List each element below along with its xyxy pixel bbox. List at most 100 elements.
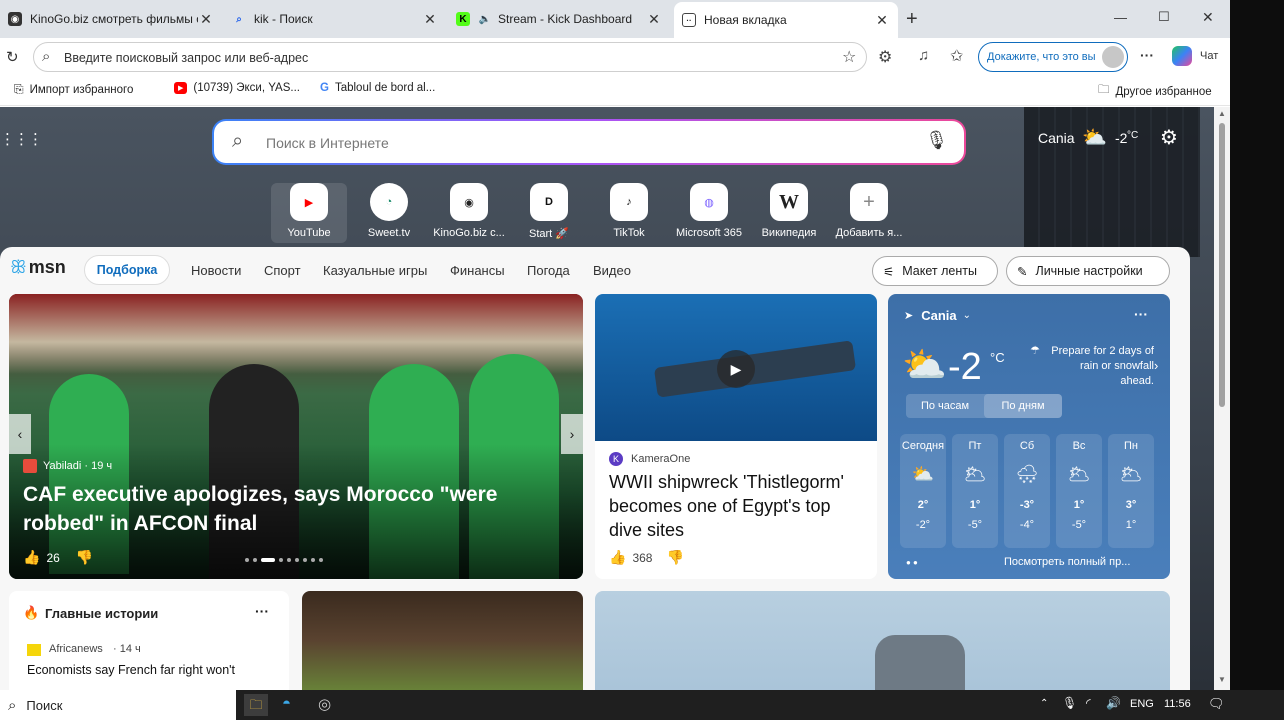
nav-tab-weather[interactable]: Погода	[527, 263, 570, 278]
file-explorer-icon[interactable]: 🗀	[244, 694, 268, 716]
carousel-prev-button[interactable]: ‹	[9, 414, 31, 454]
carousel-next-button[interactable]: ›	[561, 414, 583, 454]
tab-new-tab[interactable]: ·· Новая вкладка ✕	[674, 2, 898, 38]
url-box[interactable]: ⌕ Введите поисковый запрос или веб-адрес…	[33, 42, 867, 72]
header-location[interactable]: Cania	[1038, 130, 1075, 146]
feed-layout-button[interactable]: ⚟ Макет ленты	[872, 256, 998, 286]
tab-hourly[interactable]: По часам	[906, 394, 984, 418]
chevron-up-icon[interactable]: ⌃	[1040, 698, 1048, 709]
taskbar-search[interactable]: ⌕ Поиск	[0, 690, 236, 720]
speaker-icon[interactable]: 🔈	[478, 12, 492, 26]
play-button[interactable]: ▶	[717, 350, 755, 388]
other-favorites[interactable]: 🗀 Другое избранное	[1098, 82, 1212, 101]
maximize-button[interactable]: ☐	[1158, 9, 1170, 25]
apps-grid-icon[interactable]: ⋮⋮⋮	[0, 132, 43, 155]
weather-day[interactable]: Пн 🌥 3° 1°	[1108, 434, 1154, 548]
minimize-button[interactable]: —	[1114, 10, 1127, 25]
tab-kick-dashboard[interactable]: K 🔈 Stream - Kick Dashboard ✕	[448, 4, 670, 34]
bookmark-youtube[interactable]: ▶ (10739) Экси, YAS...	[174, 82, 300, 94]
hero-card[interactable]: ‹ › Yabiladi · 19 ч CAF executive apolog…	[9, 294, 583, 579]
profile-button[interactable]: Докажите, что это вы	[978, 42, 1128, 72]
extensions-icon[interactable]: ⚙	[878, 47, 892, 67]
cloudy-icon: 🌥	[963, 464, 987, 484]
weather-location[interactable]: ➤ Cania ⌄	[904, 308, 971, 323]
nav-tab-news[interactable]: Новости	[191, 263, 241, 278]
story-image-aircraft[interactable]	[595, 591, 1170, 690]
web-search-box[interactable]: ⌕ Поиск в Интернете 🎙	[212, 119, 966, 165]
like-icon[interactable]: 👍	[23, 549, 40, 566]
tab-kinogo[interactable]: ◉ KinoGo.biz смотреть фильмы онлайн ✕	[0, 4, 222, 34]
scroll-up-icon[interactable]: ▲	[1218, 109, 1226, 118]
africanews-logo-icon	[27, 644, 41, 656]
story-headline[interactable]: WWII shipwreck 'Thistlegorm' becomes one…	[609, 470, 865, 542]
scrollbar-thumb[interactable]	[1219, 123, 1225, 407]
quick-link-start[interactable]: D Start 🚀	[511, 183, 587, 240]
personalize-button[interactable]: ✎ Личные настройки	[1006, 256, 1170, 286]
refresh-icon[interactable]: ↻	[6, 48, 19, 66]
nav-tab-finance[interactable]: Финансы	[450, 263, 505, 278]
like-icon[interactable]: 👍	[609, 549, 626, 566]
profile-label: Докажите, что это вы	[987, 51, 1096, 63]
story-card[interactable]: ▶ K KameraOne WWII shipwreck 'Thistlegor…	[595, 294, 877, 579]
nav-tab-podborka[interactable]: Подборка	[84, 255, 170, 285]
weather-more-button[interactable]: ···	[1134, 306, 1148, 322]
obs-icon[interactable]: ◎	[318, 695, 331, 713]
edge-icon[interactable]: ◓	[282, 695, 291, 712]
bookmark-google[interactable]: G Tabloul de bord al...	[320, 82, 435, 94]
quick-link-add[interactable]: + Добавить я...	[831, 183, 907, 239]
copilot-icon[interactable]	[1172, 46, 1192, 66]
close-tab-icon[interactable]: ✕	[646, 11, 662, 28]
favorites-icon[interactable]: ✩	[950, 46, 963, 66]
close-tab-icon[interactable]: ✕	[198, 11, 214, 28]
page-scrollbar[interactable]: ▲ ▼	[1214, 107, 1230, 690]
quick-link-tiktok[interactable]: ♪ TikTok	[591, 183, 667, 239]
language-indicator[interactable]: ENG	[1130, 698, 1154, 710]
top-stories-more-button[interactable]: ···	[255, 603, 269, 619]
weather-day[interactable]: Сегодня ⛅ 2° -2°	[900, 434, 946, 548]
more-menu-button[interactable]: ···	[1140, 47, 1154, 63]
weather-card[interactable]: ➤ Cania ⌄ ··· ⛅ -2 °C ☂ Prepare for 2 da…	[888, 294, 1170, 579]
top-story-headline[interactable]: Economists say French far right won't	[27, 663, 277, 677]
weather-day[interactable]: Сб 🌨 -3° -4°	[1004, 434, 1050, 548]
bookmark-label: (10739) Экси, YAS...	[193, 82, 300, 94]
dislike-icon[interactable]: 👎	[76, 549, 93, 566]
weather-full-forecast-link[interactable]: Посмотреть полный пр...	[1004, 556, 1154, 568]
volume-icon[interactable]: 🔊	[1106, 696, 1121, 710]
nav-tab-games[interactable]: Казуальные игры	[323, 263, 427, 278]
close-tab-icon[interactable]: ✕	[422, 11, 438, 28]
tab-kik-search[interactable]: ⌕ kik - Поиск ✕	[224, 4, 446, 34]
quick-link-label: Sweet.tv	[367, 227, 411, 239]
quick-link-wikipedia[interactable]: W Википедия	[751, 183, 827, 239]
tab-daily[interactable]: По дням	[984, 394, 1062, 418]
favorite-star-icon[interactable]: ☆	[842, 47, 856, 67]
nav-tab-sport[interactable]: Спорт	[264, 263, 301, 278]
weather-day[interactable]: Пт 🌥 1° -5°	[952, 434, 998, 548]
quick-link-youtube[interactable]: ▶ YouTube	[271, 183, 347, 243]
chat-label[interactable]: Чат	[1200, 50, 1218, 62]
notifications-icon[interactable]: 🗨	[1208, 696, 1225, 712]
quick-link-kinogo[interactable]: ◉ KinoGo.biz с...	[431, 183, 507, 239]
microphone-icon[interactable]: 🎙	[1062, 696, 1077, 710]
nav-tab-video[interactable]: Видео	[593, 263, 631, 278]
close-window-button[interactable]: ✕	[1202, 9, 1214, 26]
close-tab-icon[interactable]: ✕	[874, 12, 890, 29]
scroll-down-icon[interactable]: ▼	[1218, 675, 1226, 684]
story-image-cave[interactable]	[302, 591, 583, 690]
media-icon[interactable]: ♫	[918, 47, 929, 64]
add-icon: +	[850, 183, 888, 221]
wifi-icon[interactable]: ◜	[1086, 696, 1091, 710]
weather-alert[interactable]: Prepare for 2 days of rain or snowfall a…	[1044, 344, 1154, 389]
chevron-right-icon[interactable]: ›	[1154, 358, 1158, 373]
youtube-icon: ▶	[174, 82, 188, 94]
hero-headline[interactable]: CAF executive apologizes, says Morocco "…	[23, 480, 543, 538]
weather-day[interactable]: Вс 🌥 1° -5°	[1056, 434, 1102, 548]
new-tab-button[interactable]: +	[906, 8, 918, 31]
msn-logo[interactable]: ꕥ msn	[10, 257, 66, 278]
microphone-icon[interactable]: 🎙	[925, 130, 948, 151]
bookmark-import[interactable]: ⎘ Импорт избранного	[14, 82, 133, 97]
settings-gear-icon[interactable]: ⚙	[1160, 125, 1178, 150]
dislike-icon[interactable]: 👎	[666, 549, 683, 566]
quick-link-microsoft365[interactable]: ◍ Microsoft 365	[671, 183, 747, 239]
clock[interactable]: 11:56	[1164, 698, 1191, 710]
quick-link-sweettv[interactable]: ◔ Sweet.tv	[351, 183, 427, 239]
